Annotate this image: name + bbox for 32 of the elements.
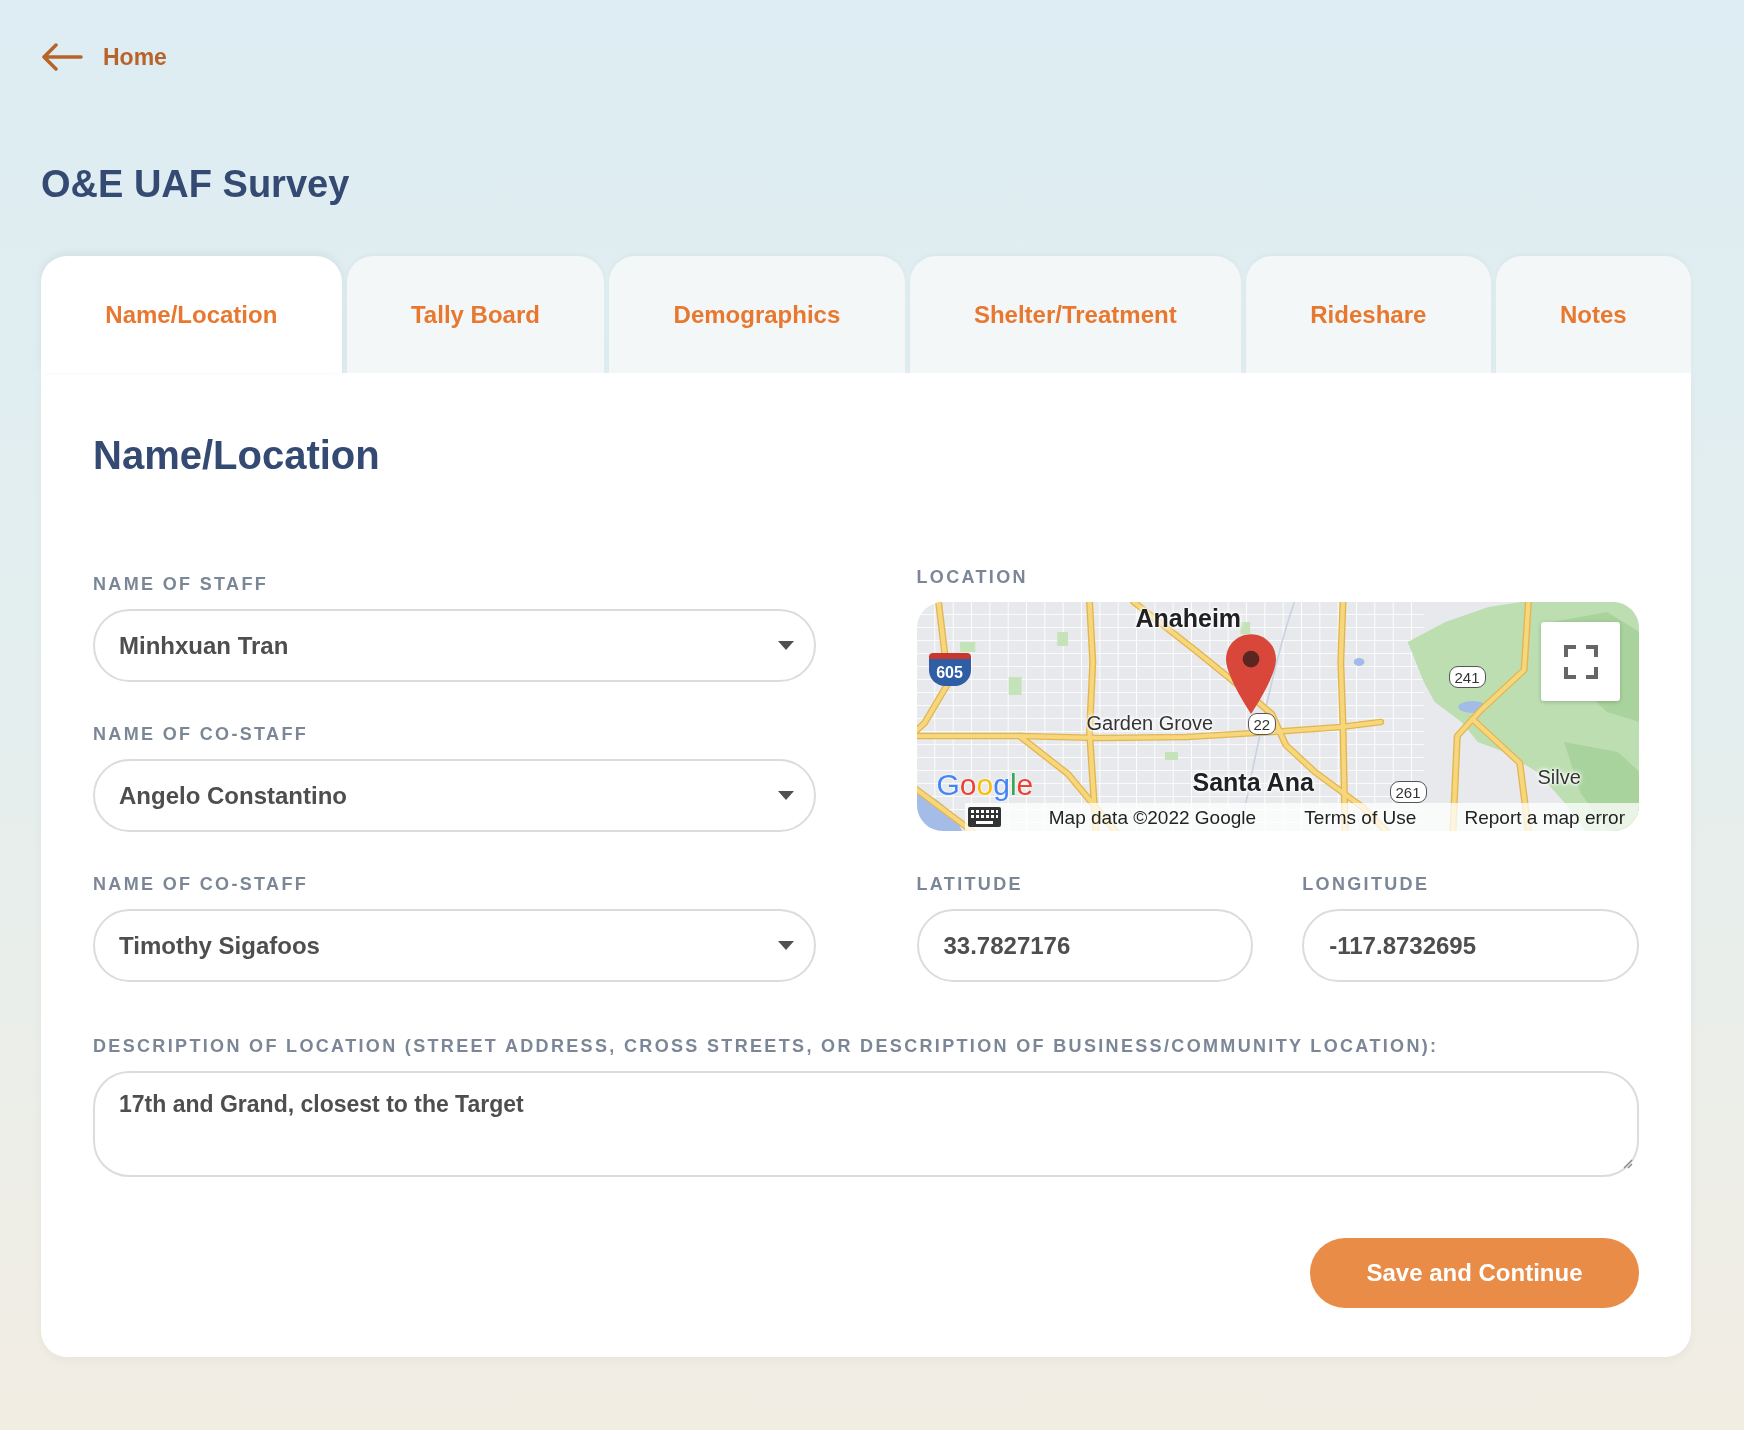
field-label: LONGITUDE [1302,873,1431,896]
field-label: DESCRIPTION OF LOCATION (STREET ADDRESS, CROSS STREETS, OR DESCRIPTION OF BUSINESS/COMMUNITY LOCATION): [93,1035,1440,1058]
map-link[interactable]: Terms of Use [1304,807,1417,827]
field-label: LOCATION [916,566,1029,589]
interstate-route-sign: 605 [928,653,971,686]
fullscreen-button[interactable] [1541,622,1620,701]
field-label: NAME OF CO-STAFF [93,723,310,746]
resize-handle-icon[interactable] [1621,1157,1633,1169]
caret-icon [777,641,794,650]
staff-select[interactable]: Angelo Constantino [93,759,816,832]
section-title: Name/Location [93,432,381,479]
description-field[interactable]: 17th and Grand, closest to the Target [93,1071,1639,1177]
field-label: LATITUDE [916,873,1024,896]
place-label: Silve [1537,767,1581,787]
field-label: NAME OF STAFF [93,573,270,596]
back-arrow-icon [41,43,83,71]
page-title: O&E UAF Survey [41,162,351,207]
field-label: NAME OF CO-STAFF [93,873,310,896]
latitude-field[interactable]: 33.7827176 [916,909,1254,982]
map-attribution: Map data ©2022 Google [1048,807,1257,827]
home-link[interactable]: Home [41,36,167,78]
map-pin-icon [1225,634,1276,714]
caret-icon [777,941,794,950]
keyboard-icon[interactable] [967,807,1001,827]
map-logo: Google [936,770,1034,800]
longitude-field[interactable]: -117.8732695 [1302,909,1639,982]
caret-icon [777,791,794,800]
staff-select[interactable]: Timothy Sigafoos [93,909,816,982]
staff-select[interactable]: Minhxuan Tran [93,609,816,682]
fullscreen-icon [1563,644,1598,679]
place-label: Santa Ana [1192,770,1314,795]
map-link[interactable]: Report a map error [1464,807,1625,827]
